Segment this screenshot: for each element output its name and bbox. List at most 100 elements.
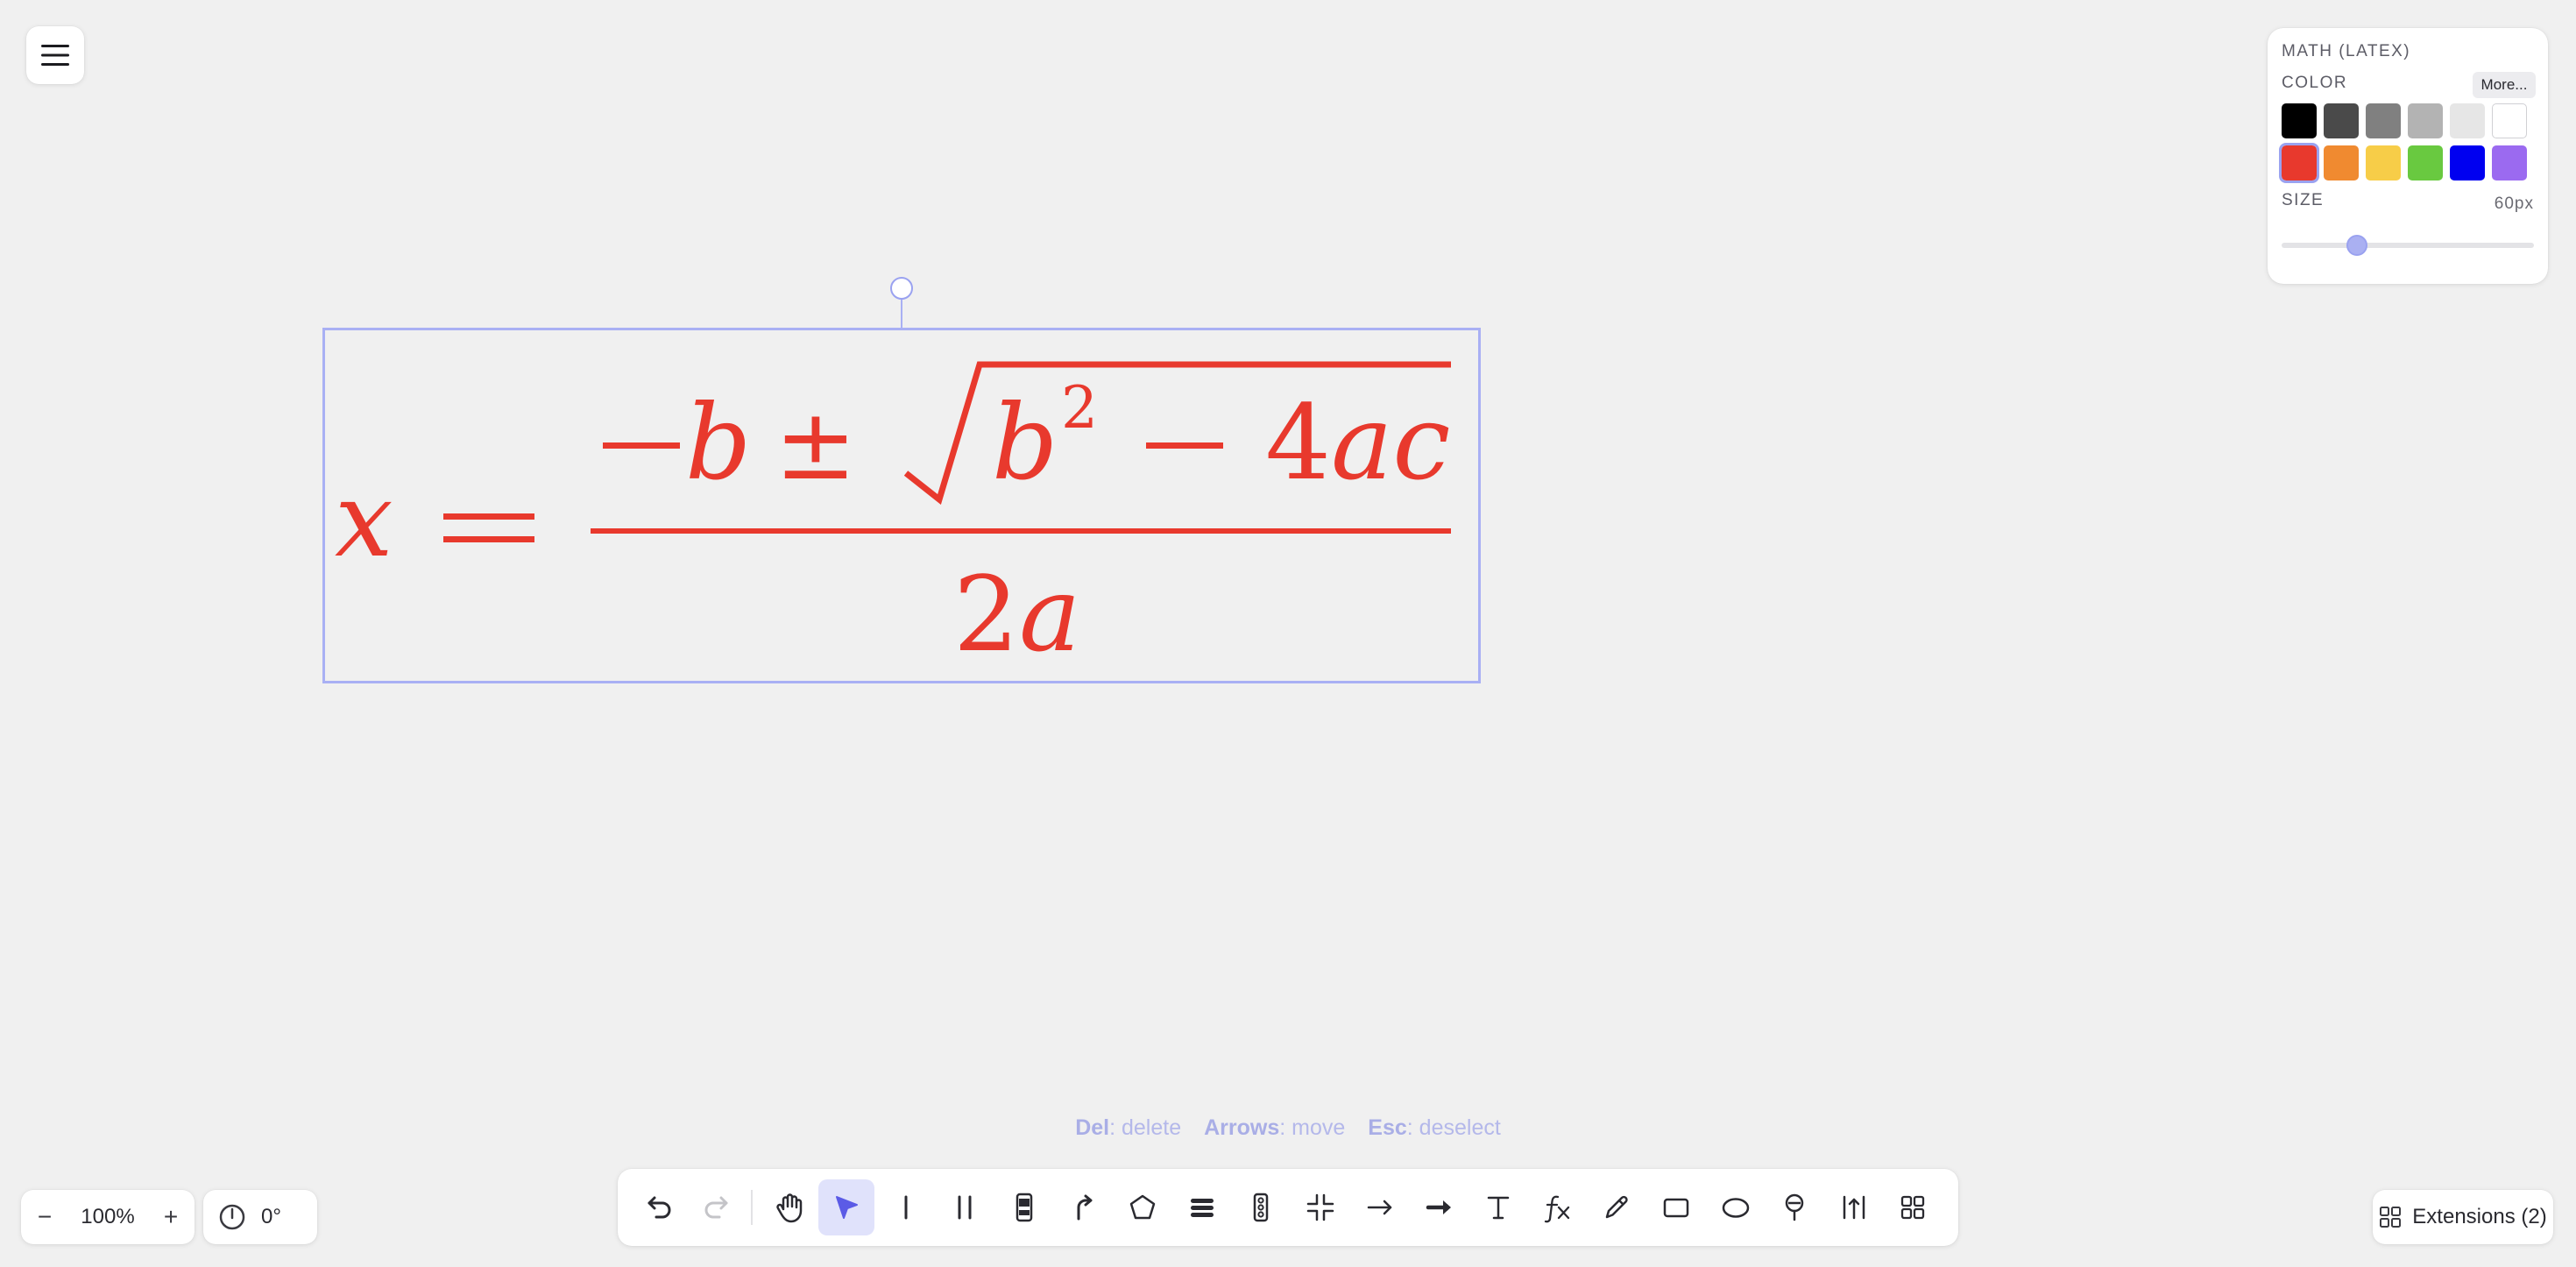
curved-arrow-icon [1077,1194,1093,1221]
formula-equals-top [443,513,534,520]
traffic-light-tool[interactable] [1233,1179,1289,1235]
undo-icon [648,1196,671,1219]
color-swatch[interactable] [2492,103,2527,138]
double-line-icon [958,1195,972,1220]
hint-arrows-action: : move [1279,1115,1346,1140]
fx-icon [1544,1195,1570,1223]
formula-pm: ± [775,388,857,502]
hint-arrows-key: Arrows [1204,1115,1280,1140]
bold-arrow-icon [1426,1200,1451,1214]
zoom-level[interactable]: 100% [68,1205,147,1229]
text-icon [1487,1196,1510,1220]
rectangle-tool[interactable] [1648,1179,1704,1235]
undo-button[interactable] [630,1179,686,1235]
formula-minus-2 [1146,442,1223,449]
toolbar [618,1169,1958,1246]
formula-b: b [685,382,752,503]
pencil-icon [1605,1195,1628,1219]
color-swatch[interactable] [2408,145,2443,180]
double-line-tool[interactable] [937,1179,993,1235]
math-tool[interactable] [1530,1179,1586,1235]
formula-exponent: 2 [1061,374,1098,442]
extensions-icon [2380,1207,2402,1228]
ellipse-tool[interactable] [1708,1179,1764,1235]
size-slider-track[interactable] [2282,243,2534,248]
rotation-control[interactable]: 0° [203,1190,317,1244]
zoom-out-button[interactable]: − [21,1190,68,1244]
redo-icon [704,1196,728,1219]
color-swatch[interactable] [2366,103,2401,138]
arrow-tool[interactable] [1352,1179,1408,1235]
keyboard-hints: Del: delete Arrows: move Esc: deselect [0,1115,2576,1141]
formula-fraction-bar [591,528,1451,534]
arrow-icon [1367,1200,1392,1215]
traffic-light-icon [1253,1193,1269,1222]
rectangle-icon [1663,1198,1689,1218]
select-tool[interactable] [818,1179,874,1235]
zoom-controls: − 100% + [21,1190,195,1244]
formula-minus [603,442,680,449]
color-swatch[interactable] [2366,145,2401,180]
hint-del-action: : delete [1109,1115,1182,1140]
redo-button[interactable] [690,1179,746,1235]
color-swatch[interactable] [2279,143,2319,183]
color-swatch[interactable] [2408,103,2443,138]
hand-icon [776,1193,803,1223]
rotation-value: 0° [261,1205,281,1228]
color-swatch[interactable] [2450,145,2485,180]
quadratic-formula[interactable]: x b ± b 2 4ac 2a [322,328,1481,683]
more-tools[interactable] [1885,1179,1941,1235]
size-slider-thumb[interactable] [2346,235,2368,256]
text-tool[interactable] [1470,1179,1526,1235]
color-swatch[interactable] [2492,145,2527,180]
phone-tool[interactable] [996,1179,1052,1235]
hand-tool[interactable] [761,1179,817,1235]
color-swatch[interactable] [2324,103,2359,138]
menu-button[interactable] [26,26,84,84]
color-swatch[interactable] [2324,145,2359,180]
formula-b-squared: b [992,382,1058,503]
curved-arrow-tool[interactable] [1056,1179,1112,1235]
extensions-label: Extensions (2) [2412,1205,2547,1228]
color-swatch[interactable] [2282,103,2317,138]
color-label: COLOR [2282,74,2348,92]
line-icon [904,1195,908,1220]
pin-tool[interactable] [1766,1179,1822,1235]
polygon-tool[interactable] [1115,1179,1171,1235]
pin-icon [1785,1193,1804,1221]
measure-tool[interactable] [1826,1179,1882,1235]
grid-icon [1900,1195,1925,1220]
measure-icon [1843,1195,1865,1220]
hint-del-key: Del [1075,1115,1110,1140]
panel-title: MATH (LATEX) [2282,42,2411,60]
hint-esc-action: : deselect [1406,1115,1501,1140]
stack-icon [1191,1199,1214,1217]
toolbar-divider [751,1190,753,1225]
properties-panel: MATH (LATEX) COLOR More... SIZE 60px [2268,28,2548,284]
extensions-button[interactable]: Extensions (2) [2373,1190,2553,1244]
bold-arrow-tool[interactable] [1412,1179,1468,1235]
more-colors-button[interactable]: More... [2473,72,2536,98]
compress-tool[interactable] [1292,1179,1348,1235]
line-tool[interactable] [878,1179,934,1235]
zoom-in-button[interactable]: + [147,1190,195,1244]
size-value: 60px [2494,195,2534,213]
hint-esc-key: Esc [1368,1115,1407,1140]
formula-4ac: 4ac [1265,382,1451,503]
hamburger-icon [41,45,69,66]
formula-equals-bottom [443,536,534,542]
size-label: SIZE [2282,191,2325,209]
rotate-handle-stem [901,300,902,328]
rotate-handle[interactable] [890,277,913,300]
color-swatch[interactable] [2450,103,2485,138]
phone-icon [1016,1193,1033,1222]
formula-x: x [335,459,393,580]
select-icon [836,1196,858,1219]
compress-icon [1306,1193,1334,1221]
compass-icon [219,1204,245,1230]
stack-tool[interactable] [1174,1179,1230,1235]
pencil-tool[interactable] [1589,1179,1645,1235]
formula-2a: 2a [953,554,1080,675]
ellipse-icon [1722,1198,1750,1218]
pentagon-icon [1129,1194,1156,1220]
